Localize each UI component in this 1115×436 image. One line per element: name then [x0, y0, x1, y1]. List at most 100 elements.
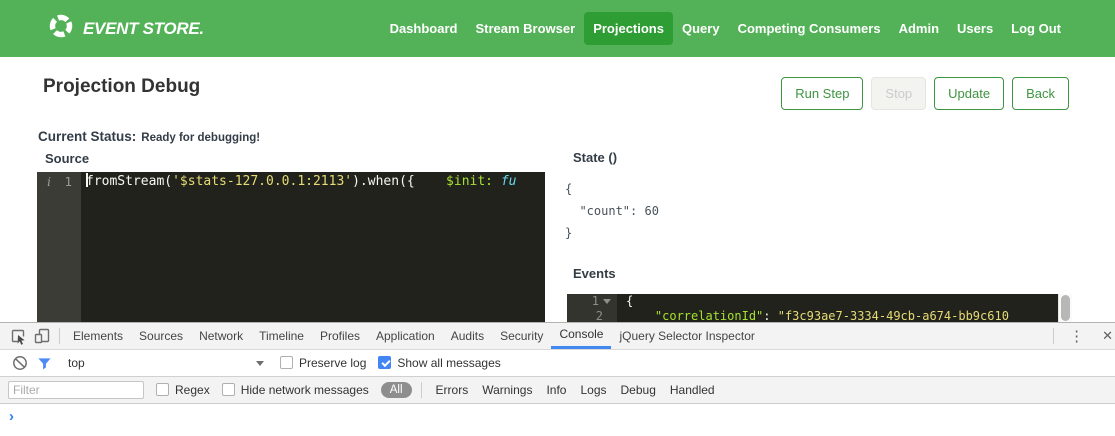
console-filter-warnings[interactable]: Warnings: [482, 383, 532, 397]
scrollbar-thumb[interactable]: [1061, 295, 1070, 321]
hide-network-messages-checkbox[interactable]: [222, 383, 235, 396]
events-section-label: Events: [573, 266, 616, 281]
nav-item-stream-browser[interactable]: Stream Browser: [466, 12, 584, 45]
overflow-menu-icon[interactable]: ⋮: [1059, 327, 1094, 345]
back-button[interactable]: Back: [1012, 77, 1069, 110]
current-status: Current Status: Ready for debugging!: [38, 129, 260, 144]
show-all-messages-label[interactable]: Show all messages: [397, 356, 500, 370]
inspect-element-icon[interactable]: [6, 324, 30, 348]
devtools-tab-jquery-selector-inspector[interactable]: jQuery Selector Inspector: [611, 323, 762, 349]
state-json: { "count": 60 }: [565, 178, 659, 244]
events-line-1: 1 {: [567, 294, 1072, 309]
execution-context-select[interactable]: top: [68, 356, 264, 370]
devtools-tab-sources[interactable]: Sources: [131, 323, 191, 349]
devtools-tab-elements[interactable]: Elements: [65, 323, 131, 349]
console-filter-debug[interactable]: Debug: [621, 383, 656, 397]
nav-item-users[interactable]: Users: [948, 12, 1002, 45]
context-value: top: [68, 356, 85, 370]
code-init-key: $init:: [446, 174, 493, 189]
console-filter-bar: Regex Hide network messages All Errors W…: [0, 377, 1115, 404]
events-gutter-1[interactable]: 1: [567, 294, 617, 309]
events-line-2: 2 "correlationId": "f3c93ae7-3334-49cb-a…: [567, 309, 1072, 322]
devtools-tab-console[interactable]: Console: [551, 323, 611, 349]
divider: [1053, 328, 1054, 344]
stop-button: Stop: [871, 77, 926, 110]
state-section-label: State (): [573, 150, 617, 165]
status-label: Current Status:: [38, 129, 136, 144]
json-key: "correlationId": [655, 309, 763, 322]
console-filter-logs[interactable]: Logs: [580, 383, 606, 397]
show-all-messages-option[interactable]: Show all messages: [378, 356, 500, 370]
events-code-1: {: [617, 294, 633, 309]
line-number: 2: [596, 309, 603, 322]
nav-item-dashboard[interactable]: Dashboard: [381, 12, 467, 45]
line-number: 1: [64, 174, 72, 189]
nav-item-admin[interactable]: Admin: [890, 12, 948, 45]
run-step-button[interactable]: Run Step: [781, 77, 863, 110]
source-code-editor[interactable]: i 1 fromStream('$stats-127.0.0.1:2113').…: [37, 172, 545, 322]
events-editor[interactable]: 1 { 2 "correlationId": "f3c93ae7-3334-49…: [567, 294, 1072, 322]
regex-label[interactable]: Regex: [175, 383, 210, 397]
divider: [59, 328, 60, 344]
main-nav: Dashboard Stream Browser Projections Que…: [381, 12, 1070, 45]
devtools-tab-security[interactable]: Security: [492, 323, 551, 349]
clear-console-icon[interactable]: [8, 351, 32, 375]
status-value: Ready for debugging!: [141, 132, 260, 144]
preserve-log-checkbox[interactable]: [280, 356, 293, 369]
devtools-tab-network[interactable]: Network: [191, 323, 251, 349]
preserve-log-label[interactable]: Preserve log: [299, 356, 366, 370]
nav-item-projections[interactable]: Projections: [584, 12, 673, 45]
action-buttons: Run Step Stop Update Back: [781, 77, 1069, 110]
line-number: 1: [592, 294, 599, 309]
console-output[interactable]: ›: [0, 404, 1115, 436]
fold-arrow-icon[interactable]: [603, 299, 611, 304]
console-filter-all[interactable]: All: [381, 382, 412, 398]
console-prompt-icon[interactable]: ›: [0, 404, 14, 424]
json-value: "f3c93ae7-3334-49cb-a674-bb9c610: [778, 309, 1009, 322]
devtools-tabbar: Elements Sources Network Timeline Profil…: [0, 323, 1115, 350]
projection-debug-page: EVENT STORE. Dashboard Stream Browser Pr…: [0, 0, 1115, 436]
events-code-2: "correlationId": "f3c93ae7-3334-49cb-a67…: [617, 309, 1009, 322]
code-chain: ).when({: [352, 174, 415, 189]
regex-checkbox[interactable]: [156, 383, 169, 396]
devtools-tab-audits[interactable]: Audits: [443, 323, 492, 349]
devtools-panel: Elements Sources Network Timeline Profil…: [0, 322, 1115, 436]
nav-item-query[interactable]: Query: [673, 12, 729, 45]
devtools-tab-application[interactable]: Application: [368, 323, 443, 349]
hide-network-messages-label[interactable]: Hide network messages: [241, 383, 369, 397]
code-spacing: [415, 174, 446, 189]
event-store-logo-icon: [48, 13, 74, 44]
console-filter-handled[interactable]: Handled: [670, 383, 715, 397]
nav-item-log-out[interactable]: Log Out: [1002, 12, 1070, 45]
devtools-tabbar-right: ⋮ ✕: [1048, 327, 1115, 345]
update-button[interactable]: Update: [934, 77, 1004, 110]
devtools-tab-profiles[interactable]: Profiles: [312, 323, 368, 349]
filter-input[interactable]: [8, 381, 144, 399]
regex-option[interactable]: Regex: [156, 383, 210, 397]
nav-item-competing-consumers[interactable]: Competing Consumers: [729, 12, 890, 45]
divider: [421, 382, 422, 398]
filter-funnel-icon[interactable]: [32, 351, 56, 375]
device-toolbar-icon[interactable]: [30, 324, 54, 348]
events-gutter-2: 2: [567, 309, 617, 322]
source-code-line[interactable]: fromStream('$stats-127.0.0.1:2113').when…: [81, 172, 545, 191]
close-devtools-icon[interactable]: ✕: [1094, 328, 1115, 344]
source-editor-gutter: i 1: [37, 172, 81, 322]
brand[interactable]: EVENT STORE.: [48, 13, 204, 44]
show-all-messages-checkbox[interactable]: [378, 356, 391, 369]
page-title: Projection Debug: [43, 76, 200, 98]
chevron-down-icon: [256, 361, 264, 366]
console-toolbar: top Preserve log Show all messages: [0, 350, 1115, 377]
info-annotation-icon: i: [47, 174, 51, 189]
preserve-log-option[interactable]: Preserve log: [280, 356, 366, 370]
navbar: EVENT STORE. Dashboard Stream Browser Pr…: [0, 0, 1115, 57]
code-string: '$stats-127.0.0.1:2113': [172, 174, 352, 189]
hide-network-messages-option[interactable]: Hide network messages: [222, 383, 369, 397]
console-filter-info[interactable]: Info: [546, 383, 566, 397]
brand-text: EVENT STORE.: [83, 19, 204, 39]
code-keyword: fu: [493, 174, 516, 189]
source-section-label: Source: [45, 151, 89, 166]
devtools-tab-timeline[interactable]: Timeline: [251, 323, 312, 349]
console-filter-errors[interactable]: Errors: [436, 383, 469, 397]
events-scrollbar[interactable]: [1058, 294, 1072, 322]
